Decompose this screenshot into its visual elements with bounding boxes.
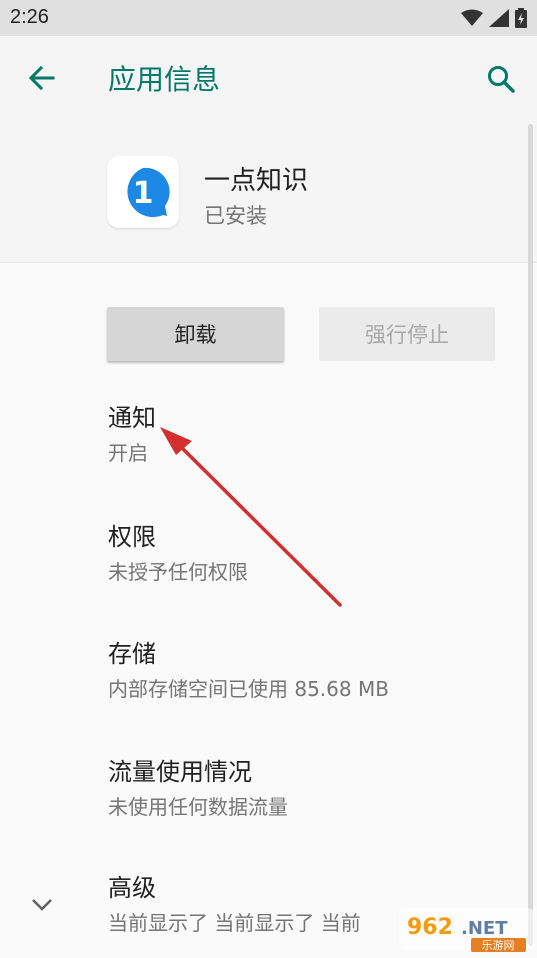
pref-summary: 开启 — [108, 441, 148, 465]
pref-permissions[interactable]: 权限 未授予任何权限 — [108, 521, 248, 587]
header-divider — [0, 262, 537, 263]
pref-title: 高级 — [108, 874, 156, 902]
page-title: 应用信息 — [108, 63, 221, 96]
app-header: 1 一点知识 已安装 — [0, 120, 537, 262]
pref-title: 通知 — [108, 404, 156, 432]
pref-title: 流量使用情况 — [108, 758, 252, 786]
scrollbar[interactable] — [528, 124, 533, 946]
signal-icon — [489, 9, 509, 27]
status-icons — [461, 8, 527, 28]
pref-notifications[interactable]: 通知 开启 — [108, 402, 156, 468]
pref-storage[interactable]: 存储 内部存储空间已使用 85.68 MB — [108, 638, 389, 704]
pref-summary: 内部存储空间已使用 85.68 MB — [108, 677, 389, 701]
pref-title: 存储 — [108, 640, 156, 668]
chevron-down-icon[interactable] — [30, 892, 54, 916]
svg-text:962: 962 — [407, 915, 453, 940]
uninstall-button[interactable]: 卸载 — [107, 307, 284, 361]
svg-text:乐游网: 乐游网 — [482, 939, 515, 952]
status-bar: 2:26 — [0, 0, 537, 36]
wifi-icon — [461, 9, 483, 26]
pref-summary: 当前显示了 当前显示了 当前 — [108, 911, 361, 935]
pref-title: 权限 — [108, 523, 156, 551]
app-bar: 应用信息 — [0, 36, 537, 120]
watermark-logo: 962 .NET 乐游网 — [399, 904, 534, 954]
one-dianzhishi-app-icon: 1 — [127, 167, 170, 218]
pref-summary: 未使用任何数据流量 — [108, 795, 288, 819]
search-icon[interactable] — [486, 64, 516, 94]
pref-summary: 未授予任何权限 — [108, 560, 248, 584]
battery-icon — [515, 8, 527, 28]
pref-advanced[interactable]: 高级 当前显示了 当前显示了 当前 — [108, 872, 361, 938]
app-name: 一点知识 — [204, 166, 309, 196]
svg-text:.NET: .NET — [461, 918, 508, 939]
app-icon-glyph: 1 — [133, 176, 154, 211]
app-icon: 1 — [107, 156, 179, 228]
back-arrow-icon[interactable] — [26, 63, 56, 93]
force-stop-button[interactable]: 强行停止 — [319, 307, 495, 361]
status-time: 2:26 — [10, 6, 49, 28]
app-install-status: 已安装 — [204, 204, 267, 228]
pref-data-usage[interactable]: 流量使用情况 未使用任何数据流量 — [108, 756, 288, 822]
